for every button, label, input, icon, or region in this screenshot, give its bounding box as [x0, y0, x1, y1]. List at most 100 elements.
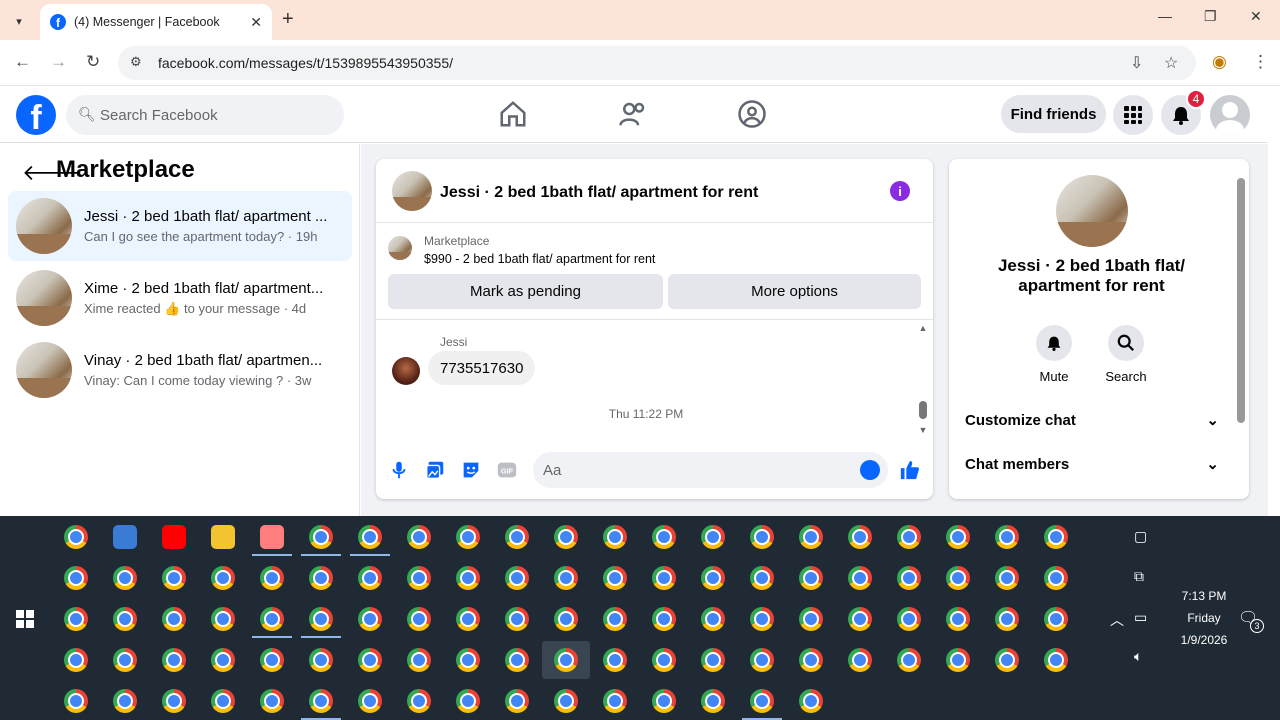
chrome-browser-icon[interactable] — [554, 607, 578, 631]
chrome-browser-icon[interactable] — [309, 525, 333, 549]
gif-icon[interactable]: GIF — [496, 459, 518, 481]
page-scrollbar[interactable] — [1268, 87, 1280, 516]
chrome-browser-icon[interactable] — [407, 689, 431, 713]
chrome-browser-icon[interactable] — [162, 689, 186, 713]
chrome-browser-icon[interactable] — [407, 566, 431, 590]
chrome-browser-icon[interactable] — [211, 566, 235, 590]
chrome-browser-icon[interactable] — [162, 566, 186, 590]
windows-start-icon[interactable] — [16, 610, 34, 628]
site-info-icon[interactable]: ⚙ — [130, 54, 142, 70]
chrome-browser-icon[interactable] — [750, 648, 774, 672]
chrome-browser-icon[interactable] — [603, 607, 627, 631]
chrome-browser-icon[interactable] — [64, 607, 88, 631]
chrome-browser-icon[interactable] — [211, 607, 235, 631]
chrome-browser-icon[interactable] — [603, 525, 627, 549]
chrome-browser-icon[interactable] — [652, 566, 676, 590]
chrome-browser-icon[interactable] — [848, 607, 872, 631]
taskbar-app-icon[interactable] — [162, 525, 186, 549]
customize-chat-row[interactable]: Customize chat ⌄ — [965, 402, 1219, 438]
chrome-browser-icon[interactable] — [750, 689, 774, 713]
chrome-browser-icon[interactable] — [652, 525, 676, 549]
chrome-browser-icon[interactable] — [505, 648, 529, 672]
chrome-browser-icon[interactable] — [407, 607, 431, 631]
facebook-search-input[interactable]: 🔍︎ Search Facebook — [66, 95, 344, 135]
account-avatar[interactable] — [1210, 95, 1250, 135]
chrome-browser-icon[interactable] — [407, 648, 431, 672]
phone-link-icon[interactable]: ▢ — [1134, 528, 1147, 545]
chrome-browser-icon[interactable] — [652, 689, 676, 713]
details-scrollbar[interactable] — [1237, 178, 1245, 423]
chrome-browser-icon[interactable] — [799, 525, 823, 549]
chrome-browser-icon[interactable] — [309, 648, 333, 672]
chrome-browser-icon[interactable] — [64, 648, 88, 672]
chrome-browser-icon[interactable] — [113, 689, 137, 713]
details-thumbnail[interactable] — [1056, 175, 1128, 247]
chrome-browser-icon[interactable] — [358, 607, 382, 631]
chrome-browser-icon[interactable] — [211, 648, 235, 672]
chrome-browser-icon[interactable] — [260, 607, 284, 631]
chrome-browser-icon[interactable] — [603, 689, 627, 713]
screen-capture-icon[interactable]: ⧉ — [1134, 568, 1144, 585]
chrome-browser-icon[interactable] — [799, 566, 823, 590]
network-icon[interactable]: ▭ — [1134, 609, 1147, 626]
chrome-browser-icon[interactable] — [456, 525, 480, 549]
chat-title[interactable]: Jessi · 2 bed 1bath flat/ apartment for … — [440, 184, 758, 202]
like-thumbs-up-icon[interactable] — [899, 459, 921, 481]
reload-icon[interactable]: ↻ — [86, 52, 100, 72]
mark-as-pending-button[interactable]: Mark as pending — [388, 274, 663, 309]
chrome-browser-icon[interactable] — [897, 607, 921, 631]
chrome-browser-icon[interactable] — [64, 689, 88, 713]
chrome-browser-icon[interactable] — [505, 607, 529, 631]
chrome-browser-icon[interactable] — [113, 607, 137, 631]
find-friends-button[interactable]: Find friends — [1001, 95, 1106, 133]
taskbar-app-icon[interactable] — [113, 525, 137, 549]
volume-icon[interactable]: 🔈︎ — [1134, 648, 1142, 665]
chrome-browser-icon[interactable] — [407, 525, 431, 549]
chrome-browser-icon[interactable] — [358, 525, 382, 549]
chrome-browser-icon[interactable] — [260, 566, 284, 590]
message-bubble[interactable]: 7735517630 — [428, 351, 536, 385]
chrome-browser-icon[interactable] — [309, 689, 333, 713]
chrome-browser-icon[interactable] — [309, 566, 333, 590]
chrome-browser-icon[interactable] — [995, 566, 1019, 590]
conversation-item[interactable]: Jessi · 2 bed 1bath flat/ apartment ... … — [8, 191, 352, 261]
listing-thumbnail[interactable] — [388, 236, 412, 260]
message-input[interactable]: Aa — [533, 452, 888, 488]
chrome-browser-icon[interactable] — [1044, 648, 1068, 672]
chrome-browser-icon[interactable] — [456, 566, 480, 590]
back-icon[interactable]: ← — [14, 52, 31, 72]
new-tab-button[interactable]: + — [282, 8, 294, 31]
scroll-up-icon[interactable]: ▲ — [918, 323, 928, 333]
chrome-browser-icon[interactable] — [505, 525, 529, 549]
chrome-browser-icon[interactable] — [113, 648, 137, 672]
chrome-browser-icon[interactable] — [309, 607, 333, 631]
chrome-browser-icon[interactable] — [995, 525, 1019, 549]
chrome-browser-icon[interactable] — [456, 648, 480, 672]
chrome-browser-icon[interactable] — [848, 525, 872, 549]
chrome-browser-icon[interactable] — [554, 566, 578, 590]
chrome-browser-icon[interactable] — [211, 689, 235, 713]
chrome-browser-icon[interactable] — [848, 648, 872, 672]
mute-button[interactable]: Mute — [1024, 325, 1084, 384]
chrome-browser-icon[interactable] — [995, 607, 1019, 631]
sender-avatar[interactable] — [392, 357, 420, 385]
chrome-browser-icon[interactable] — [1044, 607, 1068, 631]
chrome-browser-icon[interactable] — [358, 689, 382, 713]
browser-tab[interactable]: f (4) Messenger | Facebook ✕ — [40, 4, 272, 40]
menu-grid-icon[interactable] — [1113, 95, 1153, 135]
chrome-browser-icon[interactable] — [946, 607, 970, 631]
chrome-browser-icon[interactable] — [260, 648, 284, 672]
groups-icon[interactable] — [737, 99, 767, 129]
chrome-browser-icon[interactable] — [995, 648, 1019, 672]
chrome-browser-icon[interactable] — [554, 525, 578, 549]
chrome-browser-icon[interactable] — [799, 648, 823, 672]
chrome-browser-icon[interactable] — [848, 566, 872, 590]
chrome-browser-icon[interactable] — [456, 689, 480, 713]
chrome-browser-icon[interactable] — [162, 648, 186, 672]
chrome-browser-icon[interactable] — [1044, 566, 1068, 590]
conversation-item[interactable]: Vinay · 2 bed 1bath flat/ apartmen... Vi… — [8, 335, 352, 405]
chrome-browser-icon[interactable] — [554, 648, 578, 672]
profile-icon[interactable]: ◉ — [1212, 52, 1227, 72]
clock-date[interactable]: 1/9/2026 — [1168, 633, 1240, 647]
friends-icon[interactable] — [618, 99, 648, 129]
